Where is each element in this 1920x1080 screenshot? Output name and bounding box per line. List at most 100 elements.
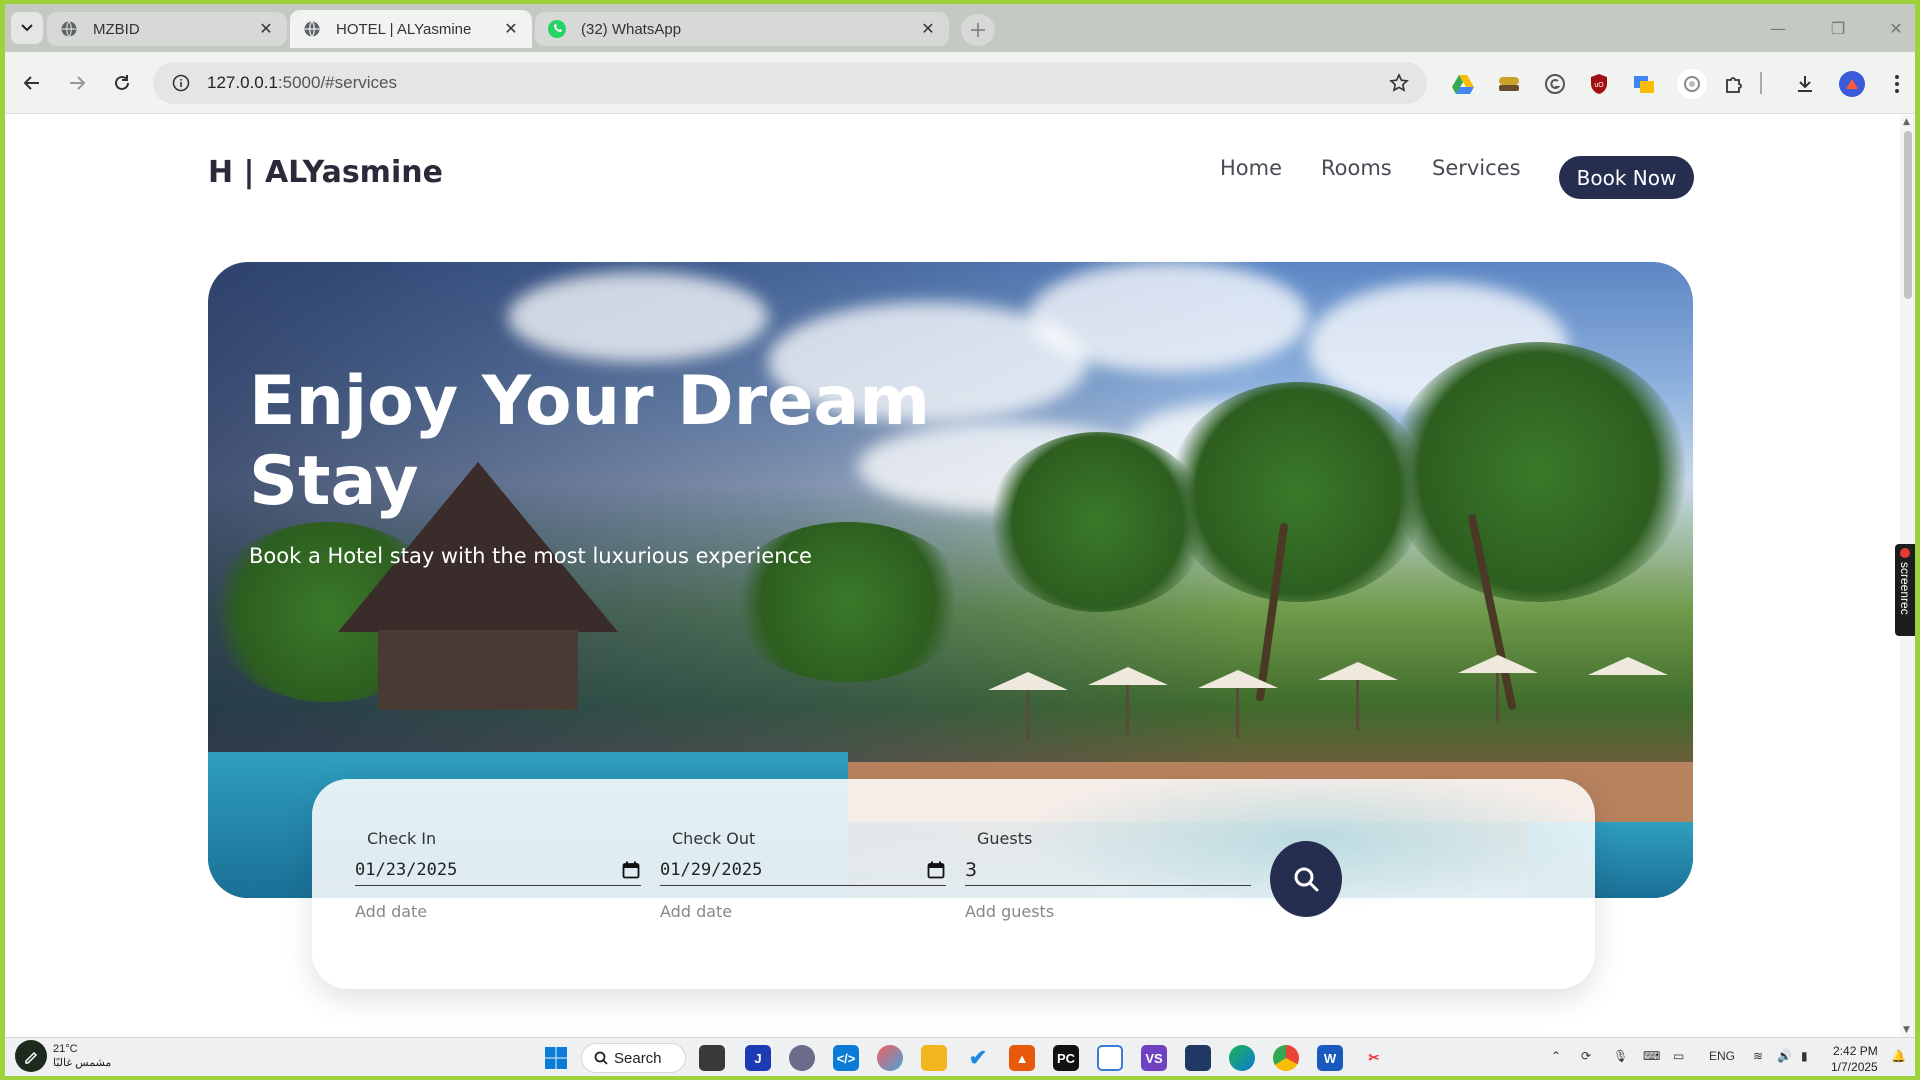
nav-services[interactable]: Services: [1432, 156, 1521, 180]
matlab-icon[interactable]: ▲: [1009, 1045, 1035, 1071]
tab-mzbid[interactable]: MZBID ✕: [47, 12, 287, 46]
calendar-icon[interactable]: [926, 860, 946, 880]
visual-studio-icon[interactable]: VS: [1141, 1045, 1167, 1071]
svg-text:uO: uO: [1594, 82, 1604, 89]
tab-search-button[interactable]: [11, 12, 43, 44]
search-icon: [1294, 867, 1319, 892]
scroll-down-icon[interactable]: ▼: [1903, 1025, 1910, 1035]
check-out-input[interactable]: 01/29/2025: [660, 854, 946, 886]
close-icon[interactable]: ✕: [257, 20, 275, 38]
browser-window: MZBID ✕ HOTEL | ALYasmine ✕ (32) WhatsAp…: [5, 4, 1915, 1076]
new-tab-button[interactable]: +: [961, 14, 995, 46]
screenrec-widget[interactable]: screenrec: [1895, 544, 1915, 636]
snipping-tool-icon[interactable]: ✂: [1361, 1045, 1387, 1071]
nav-home[interactable]: Home: [1220, 156, 1282, 180]
globe-icon: [302, 19, 322, 39]
tab-title: MZBID: [93, 20, 140, 38]
url-host: 127.0.0.1: [207, 73, 278, 92]
forward-button[interactable]: [62, 68, 92, 98]
file-explorer-icon[interactable]: [921, 1045, 947, 1071]
microphone-icon[interactable]: 🎙: [1613, 1049, 1628, 1063]
bookmark-star-icon[interactable]: [1379, 62, 1419, 104]
extensions-puzzle-icon[interactable]: [1722, 72, 1746, 96]
address-bar[interactable]: 127.0.0.1:5000/#services: [153, 62, 1427, 104]
battery-icon[interactable]: ▮: [1801, 1049, 1808, 1063]
hero-title: Enjoy Your Dream Stay: [249, 362, 969, 522]
check-out-label: Check Out: [672, 829, 756, 848]
volume-icon[interactable]: 🔊: [1777, 1049, 1792, 1063]
tab-whatsapp[interactable]: (32) WhatsApp ✕: [535, 12, 949, 46]
url-text[interactable]: 127.0.0.1:5000/#services: [207, 73, 1379, 93]
weather-temp: 21°C: [53, 1043, 78, 1055]
hero-subtitle: Book a Hotel stay with the most luxuriou…: [249, 544, 812, 568]
windows-start-icon[interactable]: [543, 1045, 569, 1071]
ublock-icon[interactable]: uO: [1587, 72, 1611, 96]
google-drive-icon[interactable]: [1451, 72, 1475, 96]
back-button[interactable]: [17, 68, 47, 98]
word-icon[interactable]: W: [1317, 1045, 1343, 1071]
chrome-icon[interactable]: [1273, 1045, 1299, 1071]
hero-title-line1: Enjoy Your Dream: [249, 362, 931, 441]
arrow-right-icon: [70, 76, 86, 90]
nav-rooms[interactable]: Rooms: [1321, 156, 1392, 180]
todo-check-icon[interactable]: ✔: [965, 1045, 991, 1071]
display-icon[interactable]: ▭: [1673, 1049, 1684, 1063]
record-dot-icon: [1900, 548, 1910, 558]
weather-desc: مشمس غالبًا: [53, 1057, 112, 1069]
app-cube-icon[interactable]: [789, 1045, 815, 1071]
globe-icon: [59, 19, 79, 39]
tray-chevron-icon[interactable]: ⌃: [1551, 1049, 1561, 1063]
vscode-icon[interactable]: </>: [833, 1045, 859, 1071]
close-icon[interactable]: ✕: [502, 20, 520, 38]
restore-icon[interactable]: ❐: [1823, 16, 1853, 40]
keyboard-icon[interactable]: ⌨: [1643, 1049, 1660, 1063]
site-info-icon[interactable]: [161, 62, 201, 104]
guests-input[interactable]: 3: [965, 854, 1251, 886]
brand-logo[interactable]: H | ALYasmine: [208, 155, 443, 190]
grammarly-icon[interactable]: [1543, 72, 1567, 96]
calendar-icon[interactable]: [621, 860, 641, 880]
tab-hotel[interactable]: HOTEL | ALYasmine ✕: [290, 10, 532, 48]
edge-icon[interactable]: [1229, 1045, 1255, 1071]
taskbar-search[interactable]: Search: [581, 1043, 686, 1073]
task-view-icon[interactable]: [699, 1045, 725, 1071]
remote-desktop-icon[interactable]: [1185, 1045, 1211, 1071]
scrollbar-thumb[interactable]: [1904, 131, 1912, 299]
hero-title-line2: Stay: [249, 442, 419, 521]
reload-icon: [115, 75, 129, 90]
pycharm-icon[interactable]: PC: [1053, 1045, 1079, 1071]
copilot-icon[interactable]: [877, 1045, 903, 1071]
hex-app-icon[interactable]: [1097, 1045, 1123, 1071]
extension-translate-icon[interactable]: [1632, 72, 1656, 96]
jetbrains-icon[interactable]: J: [745, 1045, 771, 1071]
search-button[interactable]: [1270, 841, 1342, 917]
menu-kebab-icon[interactable]: [1885, 72, 1909, 96]
guests-value: 3: [965, 858, 978, 881]
guests-field: Guests 3 Add guests: [965, 829, 1251, 921]
weather-widget[interactable]: 21°C مشمس غالبًا: [15, 1040, 111, 1072]
extension-bread-icon[interactable]: [1497, 72, 1521, 96]
sync-icon[interactable]: ⟳: [1581, 1049, 1591, 1063]
minimize-icon[interactable]: —: [1763, 16, 1793, 40]
tab-title: (32) WhatsApp: [581, 20, 682, 38]
reload-button[interactable]: [107, 68, 137, 98]
tab-strip: MZBID ✕ HOTEL | ALYasmine ✕ (32) WhatsAp…: [5, 4, 1915, 52]
clock-date: 1/7/2025: [1831, 1060, 1878, 1074]
guests-label: Guests: [977, 829, 1033, 848]
book-now-button[interactable]: Book Now: [1559, 156, 1694, 199]
tab-title: HOTEL | ALYasmine: [336, 20, 472, 38]
wifi-icon[interactable]: ≋: [1753, 1049, 1763, 1063]
extension-active-icon[interactable]: [1677, 69, 1707, 99]
check-out-value: 01/29/2025: [660, 859, 763, 880]
clock-time: 2:42 PM: [1833, 1044, 1878, 1058]
scroll-up-icon[interactable]: ▲: [1903, 117, 1910, 127]
language-indicator[interactable]: ENG: [1709, 1049, 1735, 1063]
profile-avatar[interactable]: [1839, 71, 1865, 97]
check-in-input[interactable]: 01/23/2025: [355, 854, 641, 886]
window-close-icon[interactable]: ✕: [1881, 16, 1911, 40]
download-icon[interactable]: [1793, 72, 1817, 96]
check-in-value: 01/23/2025: [355, 859, 458, 880]
close-icon[interactable]: ✕: [919, 20, 937, 38]
system-clock[interactable]: 2:42 PM 1/7/2025: [1831, 1043, 1878, 1075]
notification-icon[interactable]: 🔔: [1891, 1049, 1906, 1063]
